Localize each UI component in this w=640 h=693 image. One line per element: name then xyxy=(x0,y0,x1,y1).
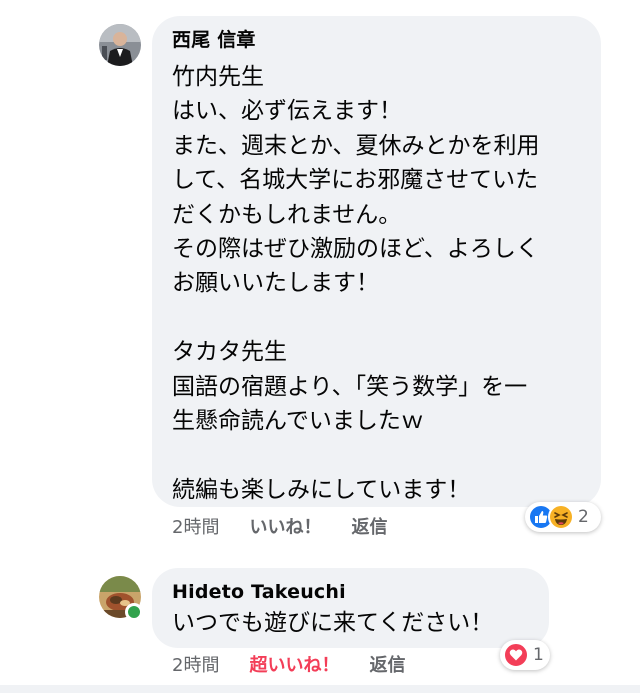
love-icon xyxy=(503,642,529,668)
profile-photo-icon xyxy=(99,24,141,66)
comment-text-line: 生懸命読んでいましたｗ xyxy=(172,408,424,435)
reaction-summary[interactable]: 1 xyxy=(500,640,550,670)
comment-text-line: 竹内先生 xyxy=(172,64,264,90)
comment-author[interactable]: Hideto Takeuchi xyxy=(172,580,549,604)
comment-text-line xyxy=(172,301,601,335)
love-button[interactable]: 超いいね！ xyxy=(249,651,339,677)
comment-actions: 2時間 いいね！ 返信 xyxy=(172,514,387,538)
comment-text-line xyxy=(172,438,601,472)
reply-button[interactable]: 返信 xyxy=(351,513,387,539)
comment-bubble: 西尾 信章 竹内先生 はい、必ず伝えます！ また、週末とか、夏休みとかを利用 し… xyxy=(152,16,601,507)
comment-text-line: はい、必ず伝えます！ xyxy=(172,98,402,125)
comment-bubble: Hideto Takeuchi いつでも遊びに来てください！ xyxy=(152,568,549,648)
avatar[interactable] xyxy=(99,24,141,66)
comment-text-line: また、週末とか、夏休みとかを利用 xyxy=(172,132,540,159)
like-button[interactable]: いいね！ xyxy=(249,513,321,539)
reaction-count: 1 xyxy=(533,645,544,665)
comment-text-line: だくかもしれません。 xyxy=(172,201,402,228)
comment-text-line: タカタ先生 xyxy=(172,339,287,366)
comment-text-line: して、名城大学にお邪魔させていた xyxy=(172,167,539,194)
comment-actions: 2時間 超いいね！ 返信 xyxy=(172,652,405,676)
bottom-divider xyxy=(0,685,640,693)
comment-author[interactable]: 西尾 信章 xyxy=(172,28,601,52)
reply-button[interactable]: 返信 xyxy=(369,651,405,677)
reaction-summary[interactable]: 2 xyxy=(525,502,601,532)
haha-icon xyxy=(548,504,574,530)
comment-text-line: 国語の宿題より、「笑う数学」を一 xyxy=(172,373,528,400)
online-status-indicator xyxy=(125,603,143,621)
comment-text-line: お願いいたします！ xyxy=(172,270,379,297)
comment-text-line: その際はぜひ激励のほど、よろしく xyxy=(172,236,539,263)
timestamp[interactable]: 2時間 xyxy=(172,513,219,539)
comment-text-line: いつでも遊びに来てください！ xyxy=(172,610,494,636)
comment-body: 竹内先生 はい、必ず伝えます！ また、週末とか、夏休みとかを利用 して、名城大学… xyxy=(172,60,601,507)
comment-thread: 西尾 信章 竹内先生 はい、必ず伝えます！ また、週末とか、夏休みとかを利用 し… xyxy=(0,0,640,693)
timestamp[interactable]: 2時間 xyxy=(172,651,219,677)
comment-body: いつでも遊びに来てください！ xyxy=(172,606,549,640)
reaction-count: 2 xyxy=(578,507,589,527)
